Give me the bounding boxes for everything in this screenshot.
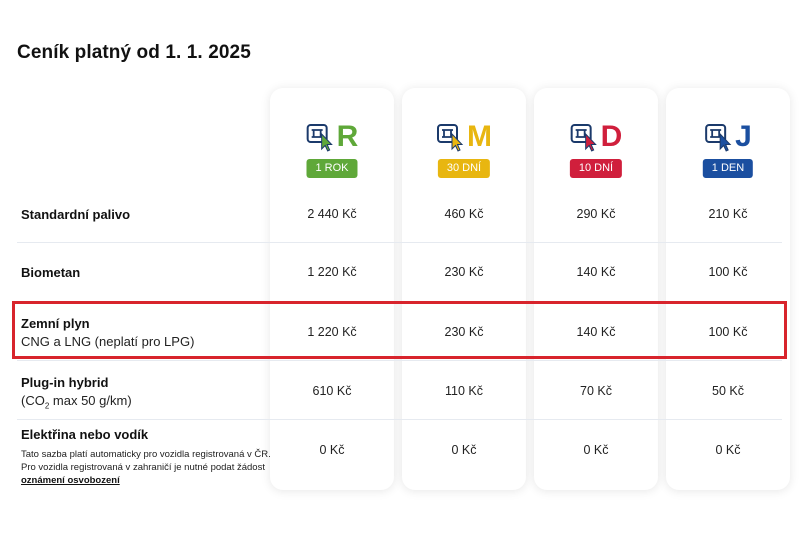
duration-badge: 1 ROK <box>306 159 358 178</box>
tariff-letter: M <box>467 120 492 153</box>
price-cell: 210 Kč <box>708 207 748 221</box>
card-mesic: M 30 DNÍ <box>402 88 526 490</box>
price-cell: 290 Kč <box>576 207 616 221</box>
fuel-type: Elektřina nebo vodík <box>21 427 149 442</box>
price-cell: 100 Kč <box>708 265 748 279</box>
fuel-type: Standardní palivo <box>21 207 131 222</box>
e-vignette-icon <box>437 124 464 152</box>
tariff-letter: J <box>735 120 752 153</box>
price-cell: 230 Kč <box>444 265 484 279</box>
card-den: J 1 DEN <box>666 88 790 490</box>
price-cell: 0 Kč <box>451 443 477 457</box>
price-cell: 140 Kč <box>576 265 616 279</box>
price-cell: 50 Kč <box>712 384 744 398</box>
price-cell: 0 Kč <box>715 443 741 457</box>
price-cell: 2 440 Kč <box>307 207 357 221</box>
fuel-type: Plug-in hybrid <box>21 375 109 390</box>
row-divider <box>17 360 782 361</box>
card-rok: R 1 ROK <box>270 88 394 490</box>
e-vignette-icon <box>306 124 333 152</box>
row-label-elektrina: Elektřina nebo vodík Tato sazba platí au… <box>21 427 271 487</box>
row-label-plugin-hybrid: Plug-in hybrid (CO2 max 50 g/km) <box>21 375 132 411</box>
fuel-type: Biometan <box>21 265 81 280</box>
row-divider <box>17 419 782 420</box>
subtitle-text: max 50 g/km) <box>49 393 132 408</box>
duration-badge: 10 DNÍ <box>569 159 623 178</box>
tariff-letter: D <box>600 120 623 153</box>
row-label-standard: Standardní palivo <box>21 207 130 222</box>
logo-j: J <box>704 122 752 152</box>
e-vignette-icon <box>705 124 732 152</box>
e-vignette-icon <box>570 124 597 152</box>
card-deset-dni: D 10 DNÍ <box>534 88 658 490</box>
logo-r: R <box>306 120 359 153</box>
price-cell: 1 220 Kč <box>307 265 357 279</box>
card-header: M 30 DNÍ <box>402 88 526 188</box>
duration-badge: 30 DNÍ <box>437 159 491 178</box>
exemption-link[interactable]: oznámení osvobození <box>21 475 120 486</box>
price-cell: 0 Kč <box>583 443 609 457</box>
card-header: D 10 DNÍ <box>534 88 658 188</box>
note-line: Pro vozidla registrovaná v zahraničí je … <box>21 462 265 473</box>
note-line: Tato sazba platí automaticky pro vozidla… <box>21 449 271 460</box>
duration-badge: 1 DEN <box>702 159 754 178</box>
row-label-biometan: Biometan <box>21 265 80 280</box>
fuel-subtitle: (CO2 max 50 g/km) <box>21 393 132 411</box>
highlight-frame <box>12 301 787 359</box>
price-cell: 110 Kč <box>445 384 483 398</box>
page-title: Ceník platný od 1. 1. 2025 <box>17 42 251 63</box>
card-header: J 1 DEN <box>666 88 790 188</box>
row-divider <box>17 242 782 243</box>
price-cell: 460 Kč <box>444 207 484 221</box>
logo-d: D <box>570 120 623 153</box>
price-cell: 0 Kč <box>319 443 345 457</box>
note-text: Tato sazba platí automaticky pro vozidla… <box>21 448 271 487</box>
subtitle-text: (CO <box>21 393 45 408</box>
card-header: R 1 ROK <box>270 88 394 188</box>
tariff-letter: R <box>336 120 359 153</box>
price-cell: 610 Kč <box>312 384 352 398</box>
price-cell: 70 Kč <box>580 384 612 398</box>
logo-m: M <box>436 122 492 152</box>
